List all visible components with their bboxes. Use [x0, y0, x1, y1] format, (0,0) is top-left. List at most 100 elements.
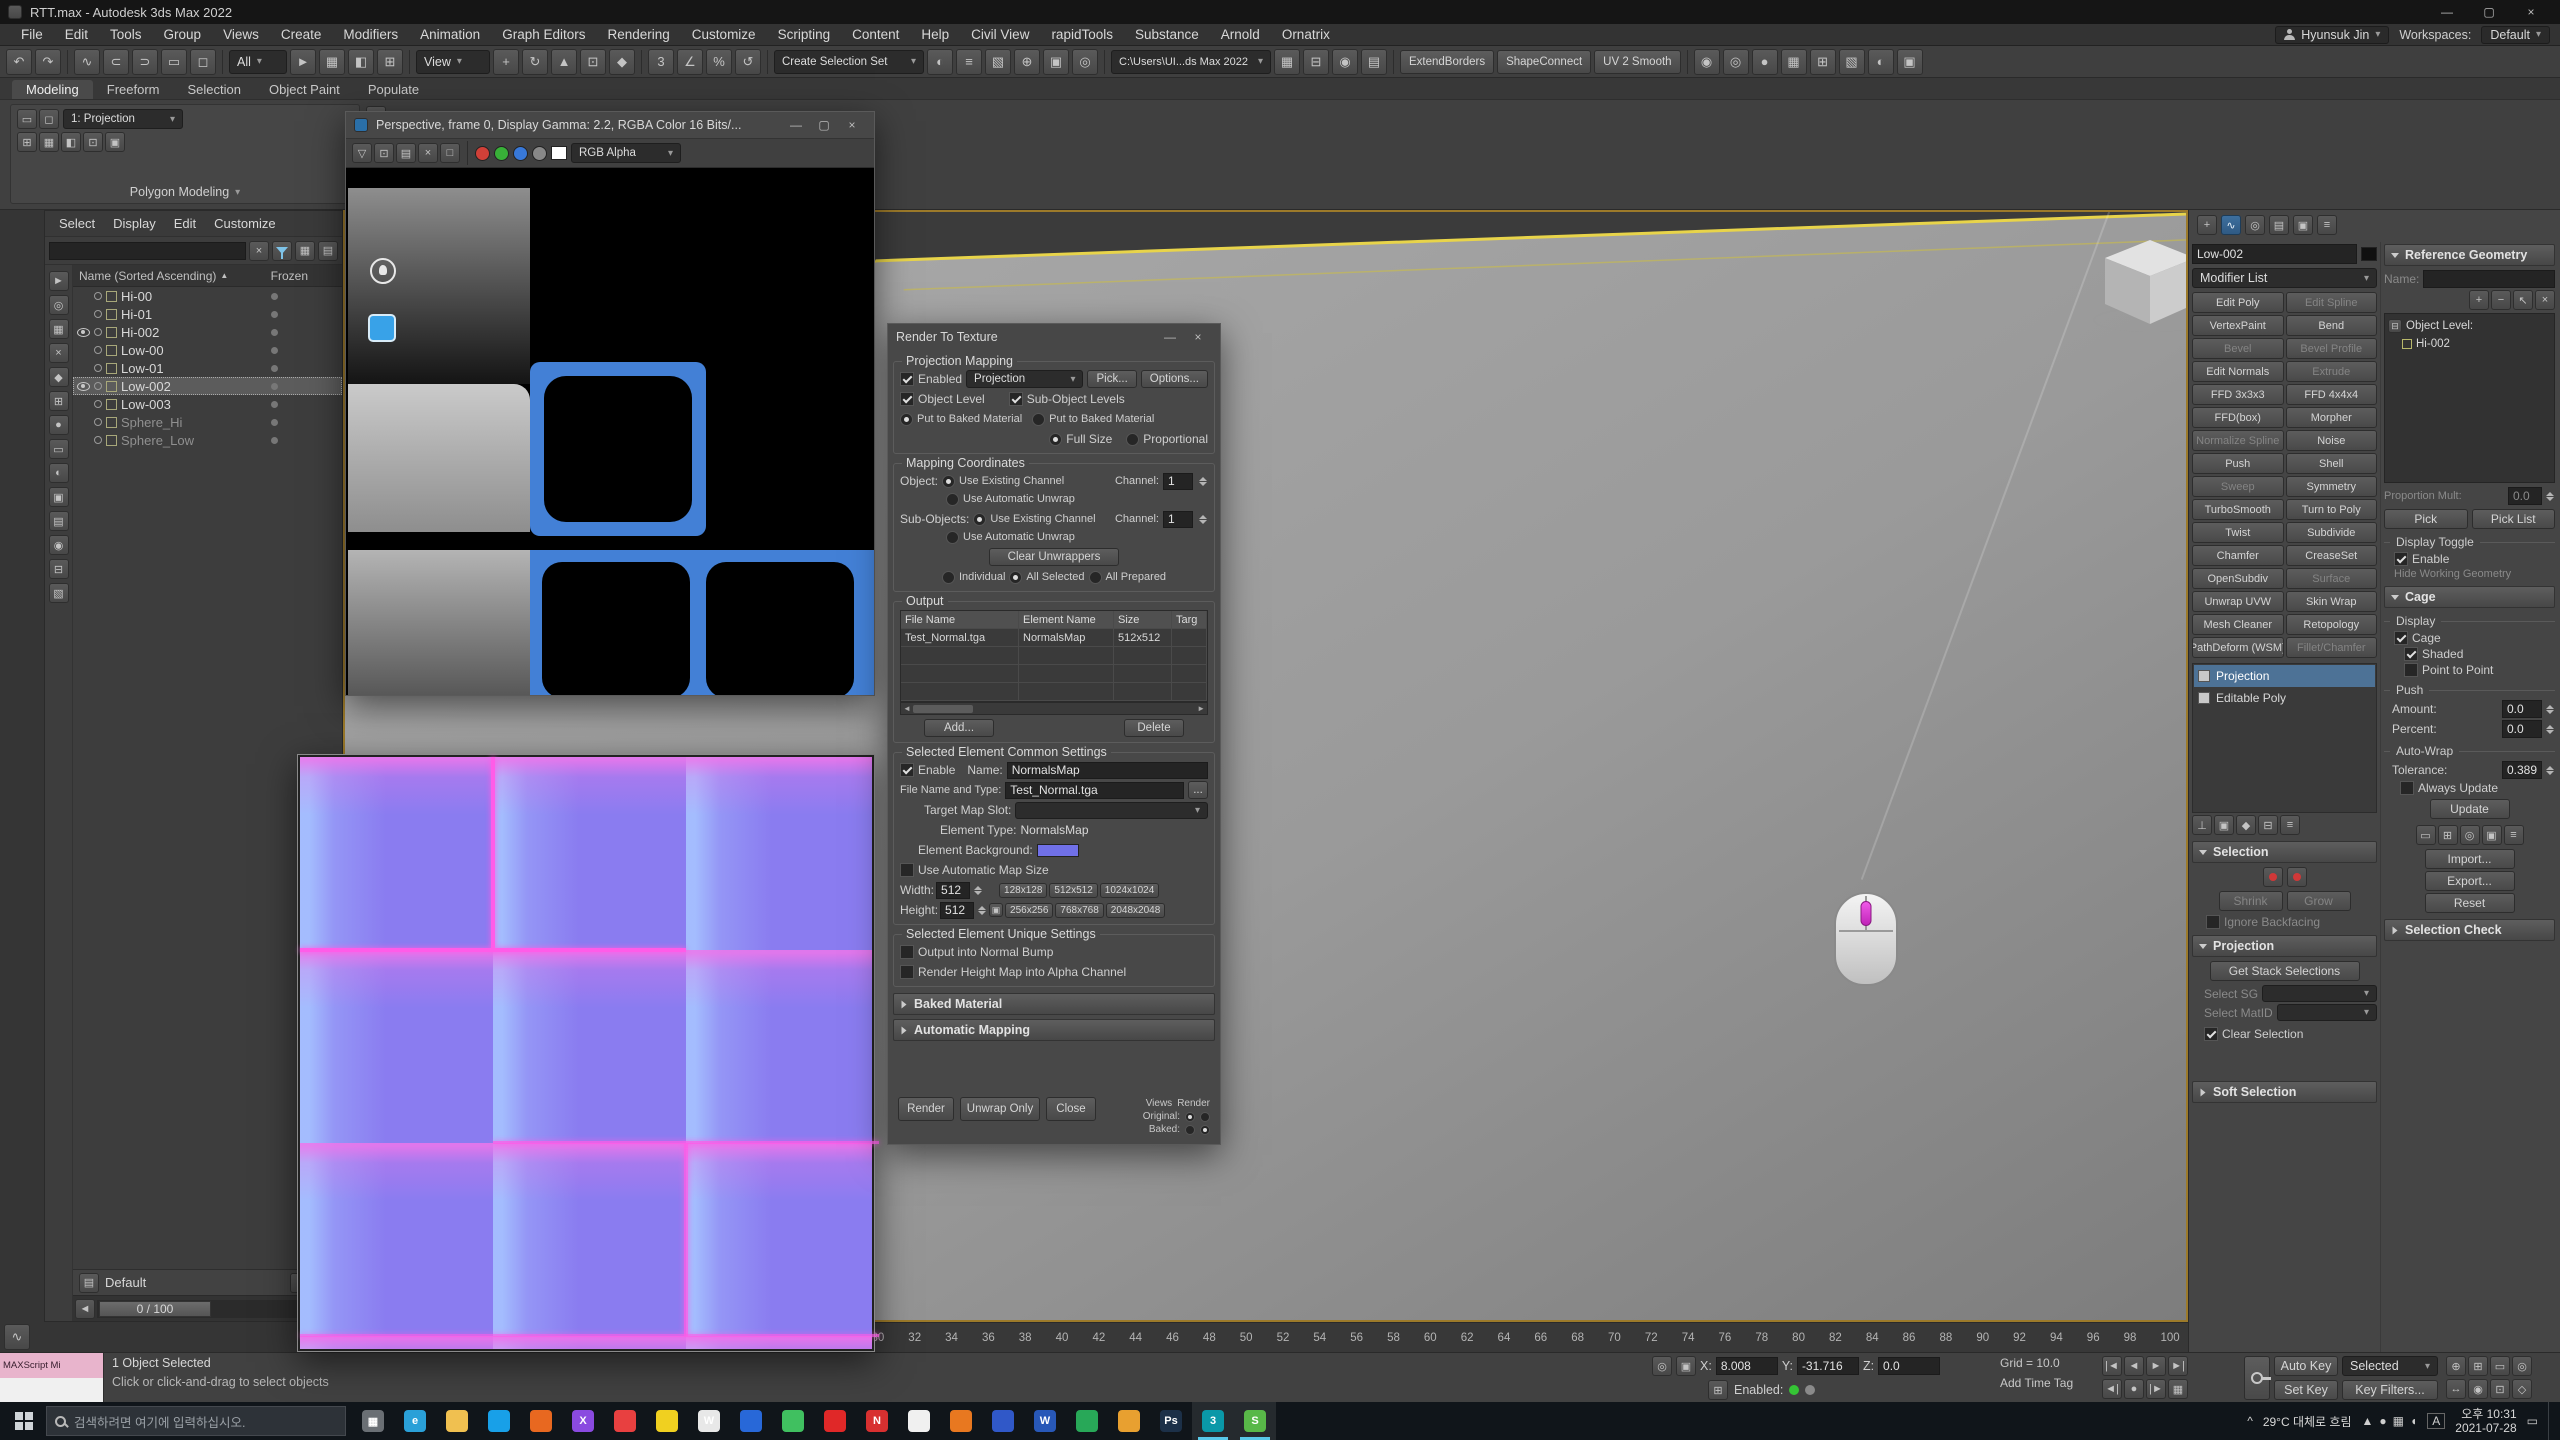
modifier-button[interactable]: Symmetry [2286, 476, 2378, 497]
pick-button[interactable]: Pick [2384, 509, 2468, 529]
column-header[interactable]: Targ [1172, 611, 1207, 628]
get-stack-selections-button[interactable]: Get Stack Selections [2210, 961, 2360, 981]
close-icon[interactable]: × [838, 114, 866, 136]
close-button[interactable]: Close [1046, 1097, 1096, 1121]
macro-recorder-pane[interactable]: MAXScript Mi [0, 1353, 103, 1378]
frozen-toggle[interactable] [271, 293, 278, 300]
playback-control-icon[interactable]: ►| [2168, 1356, 2188, 1376]
toolbar-icon[interactable]: ● [1752, 49, 1778, 75]
scene-object-row[interactable]: Hi-00 [73, 287, 342, 305]
shapeconnect-button[interactable]: ShapeConnect [1497, 50, 1591, 74]
toolbar-icon[interactable]: ▤ [1361, 49, 1387, 75]
modifier-button[interactable]: Edit Spline [2286, 292, 2378, 313]
ribbon-icon[interactable]: ◻ [39, 109, 59, 129]
blue-channel-icon[interactable] [513, 146, 528, 161]
modifier-button[interactable]: Bevel Profile [2286, 338, 2378, 359]
object-level-checkbox[interactable] [900, 392, 914, 406]
visibility-eye-icon[interactable] [77, 328, 90, 337]
modifier-toggle-icon[interactable] [2198, 692, 2210, 704]
toolbar-icon[interactable]: ► [290, 49, 316, 75]
rollout-projection[interactable]: Projection [2192, 935, 2377, 957]
reference-object-item[interactable]: Hi-002 [2388, 335, 2551, 353]
timeline-frame-label[interactable]: 42 [1092, 1332, 1105, 1344]
frozen-toggle[interactable] [271, 311, 278, 318]
frozen-toggle[interactable] [271, 329, 278, 336]
ignore-backfacing-checkbox[interactable] [2206, 915, 2220, 929]
menu-item[interactable]: File [10, 27, 54, 42]
viewport-nav-icon[interactable]: ▭ [2490, 1356, 2510, 1376]
command-panel-tab[interactable]: ≡ [2317, 215, 2337, 235]
command-panel-tab[interactable]: ◎ [2245, 215, 2265, 235]
red-channel-icon[interactable] [475, 146, 490, 161]
minimize-icon[interactable]: — [782, 114, 810, 136]
toolbar-icon[interactable]: ▣ [1897, 49, 1923, 75]
modifier-button[interactable]: Morpher [2286, 407, 2378, 428]
display-filter-icon[interactable]: ◎ [49, 295, 69, 315]
timeline-frame-label[interactable]: 76 [1719, 1332, 1732, 1344]
menu-item[interactable]: Substance [1124, 27, 1210, 42]
modifier-button[interactable]: Noise [2286, 430, 2378, 451]
modifier-button[interactable]: VertexPaint [2192, 315, 2284, 336]
taskbar-app-icon[interactable]: Ps [1150, 1402, 1192, 1440]
rollout-cage[interactable]: Cage [2384, 586, 2555, 608]
project-folder-combo[interactable]: C:\Users\UI...ds Max 2022▾ [1111, 50, 1271, 74]
modifier-button[interactable]: Bend [2286, 315, 2378, 336]
display-filter-icon[interactable]: ◉ [49, 535, 69, 555]
modifier-button[interactable]: Skin Wrap [2286, 591, 2378, 612]
rfw-titlebar[interactable]: Perspective, frame 0, Display Gamma: 2.2… [346, 112, 874, 138]
reference-coordinate-combo[interactable]: View▾ [416, 50, 490, 74]
projection-modifier-combo[interactable]: Projection▾ [966, 370, 1083, 388]
modifier-button[interactable]: Shell [2286, 453, 2378, 474]
timeline-frame-label[interactable]: 66 [1534, 1332, 1547, 1344]
modifier-button[interactable]: PathDeform (WSM) [2192, 637, 2284, 658]
modifier-button[interactable]: Mesh Cleaner [2192, 614, 2284, 635]
modifier-button[interactable]: Edit Poly [2192, 292, 2284, 313]
cage-tool-icon[interactable]: ◎ [2460, 825, 2480, 845]
spinner[interactable] [2544, 492, 2555, 501]
tray-icon[interactable]: ▲ [2362, 1414, 2374, 1428]
modifier-button[interactable]: Turn to Poly [2286, 499, 2378, 520]
refgeo-tool-icon[interactable]: ↖ [2513, 290, 2533, 310]
time-slider-track[interactable]: 0 / 100 [97, 1300, 318, 1318]
menu-item[interactable]: Graph Editors [491, 27, 596, 42]
ribbon-icon[interactable]: ⊡ [83, 132, 103, 152]
pick-button[interactable]: Pick... [1087, 370, 1136, 388]
timeline-frame-label[interactable]: 86 [1903, 1332, 1916, 1344]
display-filter-icon[interactable]: ► [49, 271, 69, 291]
toolbar-icon[interactable]: ⊕ [1014, 49, 1040, 75]
scroll-right-icon[interactable]: ► [1197, 704, 1205, 713]
green-channel-icon[interactable] [494, 146, 509, 161]
toolbar-icon[interactable]: ◆ [609, 49, 635, 75]
tolerance-field[interactable]: 0.389 [2502, 761, 2542, 779]
taskbar-app-icon[interactable]: 3 [1192, 1402, 1234, 1440]
put-to-baked-object-radio[interactable] [900, 413, 913, 426]
reference-geometry-list[interactable]: ⊟ Object Level: Hi-002 [2384, 313, 2555, 483]
menu-item[interactable]: Group [153, 27, 213, 42]
toolbar-icon[interactable]: ◧ [348, 49, 374, 75]
delete-element-button[interactable]: Delete [1124, 719, 1184, 737]
timeline-frame-label[interactable]: 84 [1866, 1332, 1879, 1344]
timeline-frame-label[interactable]: 80 [1792, 1332, 1805, 1344]
modifier-button[interactable]: Push [2192, 453, 2284, 474]
scene-object-row[interactable]: Low-003 [73, 395, 342, 413]
object-channel-field[interactable]: 1 [1163, 473, 1193, 490]
modifier-button[interactable]: Unwrap UVW [2192, 591, 2284, 612]
modifier-button[interactable]: Fillet/Chamfer [2286, 637, 2378, 658]
menu-item[interactable]: Create [270, 27, 333, 42]
display-filter-icon[interactable]: ▧ [49, 583, 69, 603]
taskbar-app-icon[interactable] [478, 1402, 520, 1440]
rfw-tool-icon[interactable]: ▤ [396, 143, 416, 163]
object-name-field[interactable]: Low-002 [2192, 244, 2357, 264]
render-button[interactable]: Render [898, 1097, 954, 1121]
selection-filter-combo[interactable]: All▾ [229, 50, 287, 74]
taskbar-clock[interactable]: 오후 10:31 2021-07-28 [2455, 1407, 2516, 1435]
options-button[interactable]: Options... [1141, 370, 1208, 388]
menu-item[interactable]: Animation [409, 27, 491, 42]
show-desktop-button[interactable] [2548, 1402, 2554, 1440]
taskbar-app-icon[interactable] [814, 1402, 856, 1440]
timeline-frame-label[interactable]: 88 [1939, 1332, 1952, 1344]
taskbar-app-icon[interactable] [898, 1402, 940, 1440]
modifier-button[interactable]: Sweep [2192, 476, 2284, 497]
proportion-field[interactable]: 0.0 [2508, 487, 2542, 505]
x-coordinate-field[interactable]: 8.008 [1716, 1357, 1778, 1375]
